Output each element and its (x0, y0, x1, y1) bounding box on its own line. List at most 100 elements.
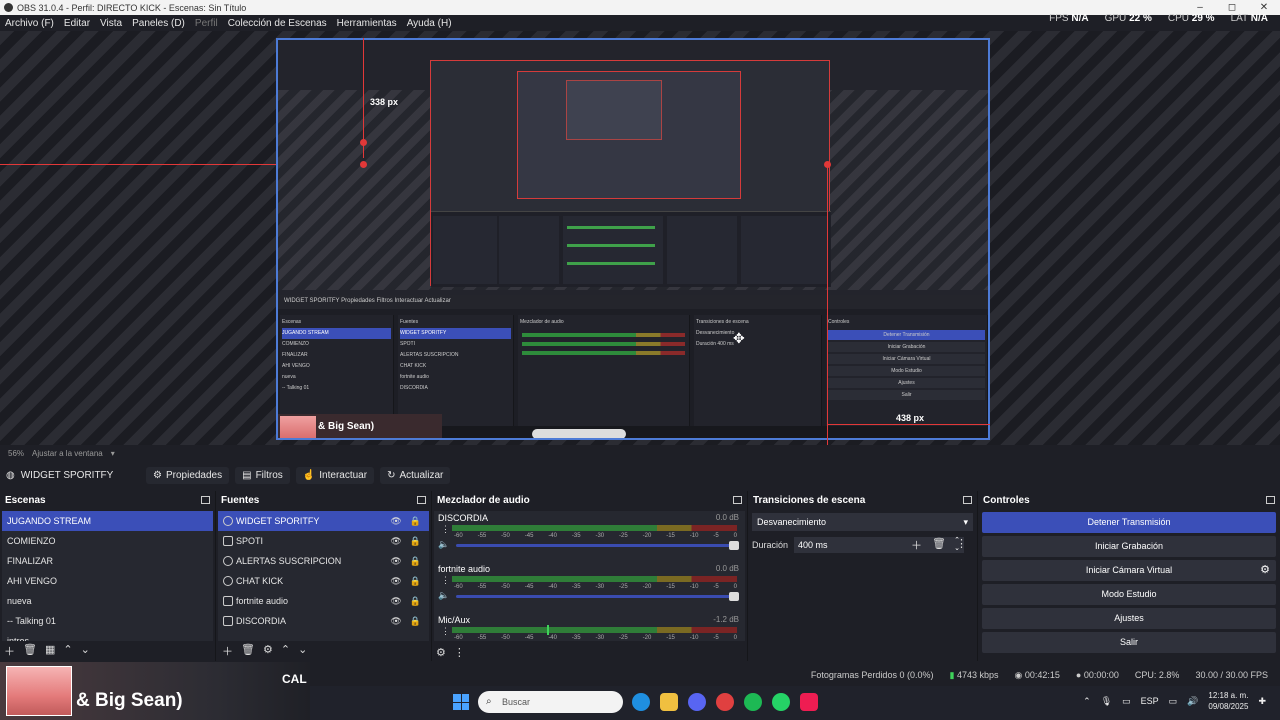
microphone-icon[interactable]: 🎙 (1101, 696, 1112, 707)
docks-row: Escenas JUGANDO STREAM COMIENZO FINALIZA… (0, 491, 1280, 661)
fit-to-window-select[interactable]: Ajustar a la ventana (32, 449, 103, 458)
move-down-icon[interactable]: ⌄ (81, 643, 90, 659)
scene-item[interactable]: FINALIZAR (2, 551, 213, 571)
settings-button[interactable]: Ajustes (982, 608, 1276, 629)
preview-canvas[interactable]: 338 px WIDGET SPORITFY Propiedades Filtr… (276, 38, 990, 440)
scene-item[interactable]: -- Talking 01 (2, 611, 213, 631)
undock-icon[interactable] (417, 496, 426, 504)
lock-icon[interactable]: 🔒 (410, 571, 421, 591)
source-item[interactable]: CHAT KICK 👁 🔒 (218, 571, 429, 591)
scene-item[interactable]: JUGANDO STREAM (2, 511, 213, 531)
source-item[interactable]: SPOTI 👁 🔒 (218, 531, 429, 551)
more-options-icon[interactable]: ⋮ (454, 646, 465, 659)
tray-app-icon[interactable]: ▭ (1122, 696, 1131, 707)
menu-ayuda[interactable]: Ayuda (H) (407, 18, 452, 29)
undock-icon[interactable] (733, 496, 742, 504)
tiktok-icon[interactable] (800, 693, 818, 711)
volume-slider[interactable] (456, 592, 739, 601)
lock-icon[interactable]: 🔒 (410, 611, 421, 631)
trash-icon[interactable]: 🗑 (932, 537, 946, 553)
eye-icon[interactable]: 👁 (390, 511, 401, 531)
source-item[interactable]: WIDGET SPORITFY 👁 🔒 (218, 511, 429, 531)
exit-button[interactable]: Salir (982, 632, 1276, 653)
lock-icon[interactable]: 🔒 (410, 551, 421, 571)
network-icon[interactable]: ▭ (1169, 696, 1178, 707)
source-item[interactable]: fortnite audio 👁 🔒 (218, 591, 429, 611)
menu-editar[interactable]: Editar (64, 18, 90, 29)
refresh-button[interactable]: ↻ Actualizar (380, 466, 451, 484)
interact-button[interactable]: ☝ Interactuar (295, 466, 375, 484)
undock-icon[interactable] (1266, 496, 1275, 504)
volume-slider-handle[interactable] (729, 541, 739, 550)
edge-icon[interactable] (632, 693, 650, 711)
eye-icon[interactable]: 👁 (390, 611, 401, 631)
undock-icon[interactable] (963, 496, 972, 504)
trash-icon[interactable]: 🗑 (23, 643, 37, 659)
chevron-up-icon[interactable]: ⌃ (1083, 696, 1091, 707)
properties-button[interactable]: ⚙ Propiedades (146, 466, 230, 484)
start-recording-button[interactable]: Iniciar Grabación (982, 536, 1276, 557)
more-options-icon[interactable]: ⋮ (956, 537, 967, 553)
taskbar-search[interactable]: ⌕ Buscar (478, 691, 623, 713)
start-virtual-camera-button[interactable]: Iniciar Cámara Virtual ⚙ (982, 560, 1276, 581)
menu-herramientas[interactable]: Herramientas (337, 18, 397, 29)
stop-streaming-button[interactable]: Detener Transmisión (982, 512, 1276, 533)
chevron-down-icon[interactable]: ▾ (111, 449, 115, 458)
file-explorer-icon[interactable] (660, 693, 678, 711)
add-scene-icon[interactable]: ＋ (4, 643, 15, 659)
gear-icon[interactable]: ⚙ (1260, 560, 1270, 581)
volume-icon[interactable]: 🔊 (1187, 696, 1198, 707)
windows-start-icon[interactable] (453, 694, 469, 710)
gear-icon[interactable]: ⚙ (263, 643, 273, 659)
nested-meter (522, 351, 685, 355)
spotify-icon[interactable] (744, 693, 762, 711)
menu-perfil[interactable]: Perfil (195, 18, 218, 29)
language-indicator[interactable]: ESP (1141, 696, 1159, 706)
volume-slider[interactable] (456, 541, 739, 550)
source-item[interactable]: DISCORDIA 👁 🔒 (218, 611, 429, 631)
transform-handle[interactable] (360, 139, 367, 146)
studio-mode-button[interactable]: Modo Estudio (982, 584, 1276, 605)
menu-archivo[interactable]: Archivo (F) (5, 18, 54, 29)
advanced-audio-icon[interactable]: ⚙ (436, 646, 446, 659)
scene-item[interactable]: AHI VENGO (2, 571, 213, 591)
speaker-icon[interactable]: 🔈 (438, 539, 449, 550)
speaker-icon[interactable]: 🔈 (438, 590, 449, 601)
discord-icon[interactable] (688, 693, 706, 711)
menu-coleccion-escenas[interactable]: Colección de Escenas (228, 18, 327, 29)
move-up-icon[interactable]: ⌃ (281, 643, 290, 659)
lock-icon[interactable]: 🔒 (410, 531, 421, 551)
whatsapp-icon[interactable] (772, 693, 790, 711)
undock-icon[interactable] (201, 496, 210, 504)
move-down-icon[interactable]: ⌄ (298, 643, 307, 659)
scene-item[interactable]: COMIENZO (2, 531, 213, 551)
filter-icon[interactable]: ▦ (45, 643, 55, 659)
move-up-icon[interactable]: ⌃ (63, 643, 72, 659)
channel-menu-icon[interactable]: ⋮ (441, 575, 450, 586)
preview-area[interactable]: 338 px WIDGET SPORITFY Propiedades Filtr… (0, 31, 1280, 445)
transform-handle[interactable] (824, 161, 831, 168)
transition-select[interactable]: Desvanecimiento ▾ (752, 513, 973, 531)
scene-item[interactable]: nueva (2, 591, 213, 611)
eye-icon[interactable]: 👁 (390, 591, 401, 611)
channel-menu-icon[interactable]: ⋮ (441, 626, 450, 637)
lock-icon[interactable]: 🔒 (410, 591, 421, 611)
source-item[interactable]: ALERTAS SUSCRIPCION 👁 🔒 (218, 551, 429, 571)
clock[interactable]: 12:18 a. m. 09/08/2025 (1208, 690, 1248, 712)
volume-slider-handle[interactable] (729, 592, 739, 601)
transform-handle[interactable] (360, 161, 367, 168)
menu-vista[interactable]: Vista (100, 18, 122, 29)
add-source-icon[interactable]: ＋ (222, 643, 233, 659)
menu-paneles[interactable]: Paneles (D) (132, 18, 185, 29)
filters-button[interactable]: ▤ Filtros (235, 466, 290, 484)
trash-icon[interactable]: 🗑 (241, 643, 255, 659)
obs-icon[interactable] (716, 693, 734, 711)
eye-icon[interactable]: 👁 (390, 531, 401, 551)
eye-icon[interactable]: 👁 (390, 551, 401, 571)
notification-icon[interactable]: ✚ (1258, 696, 1266, 707)
eye-icon[interactable]: 👁 (390, 571, 401, 591)
lock-icon[interactable]: 🔒 (410, 511, 421, 531)
channel-menu-icon[interactable]: ⋮ (441, 524, 450, 535)
scene-item[interactable]: intros (2, 631, 213, 641)
add-transition-icon[interactable]: ＋ (911, 537, 922, 553)
